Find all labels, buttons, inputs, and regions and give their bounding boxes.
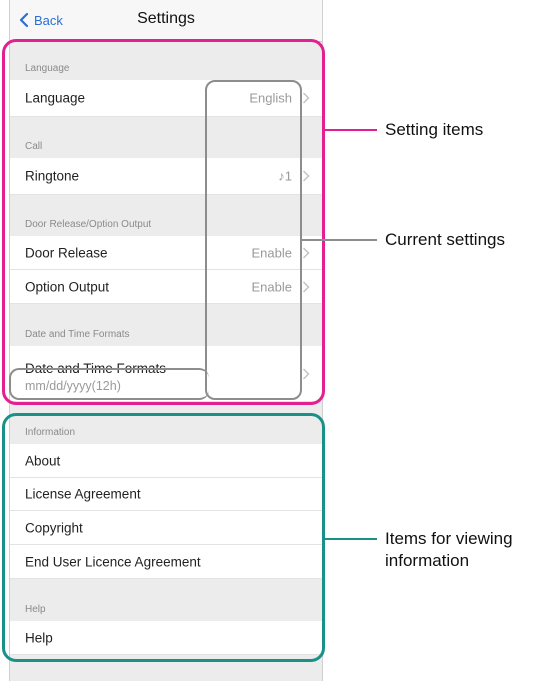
viewing-info-callout-line1: Items for viewing: [385, 529, 513, 548]
viewing-info-callout-line2: information: [385, 551, 470, 570]
setting-items-callout: Setting items: [385, 120, 484, 139]
information-items-leader-line: [325, 538, 377, 540]
navigation-bar: Back Settings: [10, 0, 322, 42]
current-settings-highlight-datetime: [9, 368, 209, 400]
setting-items-leader-line: [325, 129, 377, 131]
current-settings-leader-line: [302, 239, 377, 241]
page-title: Settings: [137, 10, 195, 27]
information-items-highlight: [2, 413, 325, 662]
current-settings-callout: Current settings: [385, 230, 505, 249]
viewing-info-callout: Items for viewing information: [385, 528, 513, 572]
current-settings-highlight: [205, 80, 302, 400]
